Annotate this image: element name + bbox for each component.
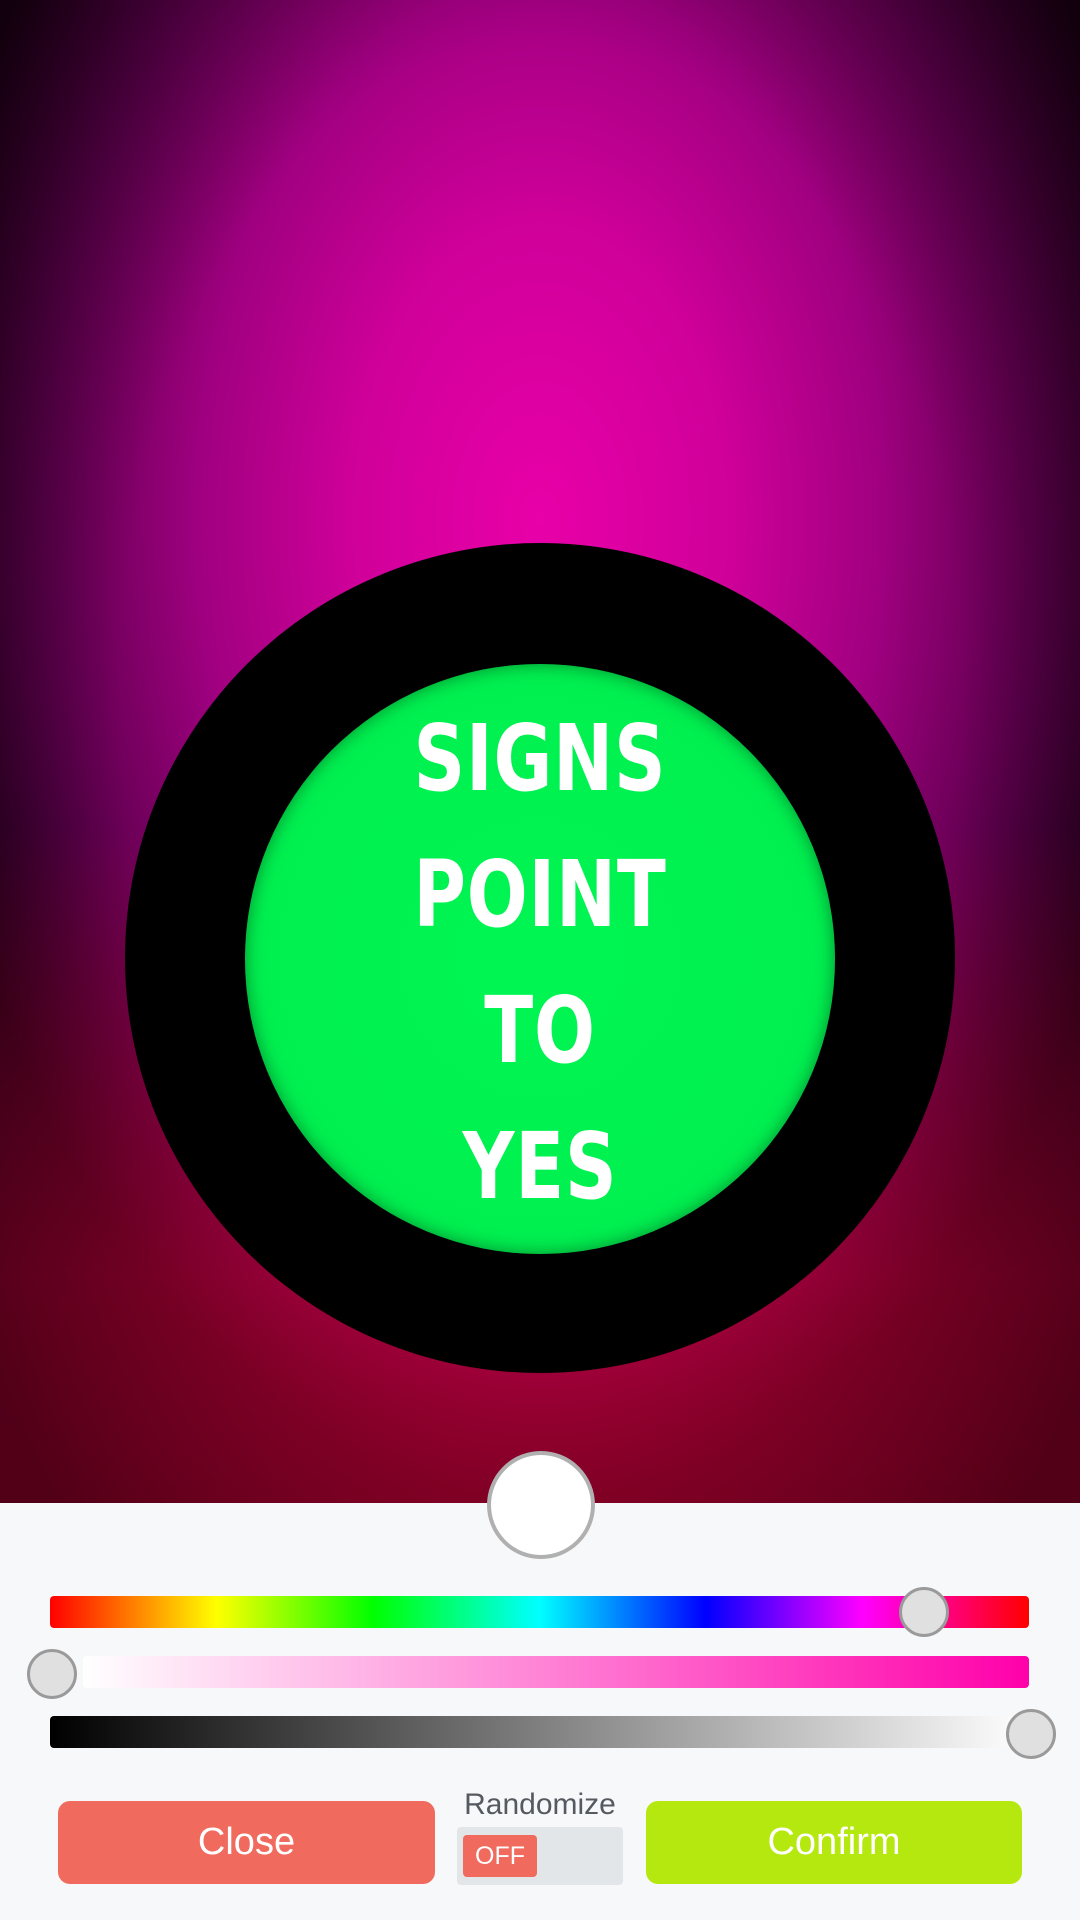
answer-line-3: YES — [462, 1113, 618, 1220]
confirm-button[interactable]: Confirm — [646, 1801, 1022, 1884]
randomize-toggle[interactable]: OFF — [457, 1827, 623, 1885]
brightness-slider-thumb[interactable] — [1006, 1709, 1056, 1759]
hue-slider[interactable] — [50, 1596, 1029, 1628]
answer-text: SIGNS POINT TO YES — [376, 691, 704, 1235]
screen: SIGNS POINT TO YES Close Randomize OFF C… — [0, 0, 1080, 1920]
brightness-slider[interactable] — [50, 1716, 1029, 1748]
answer-line-2: POINT TO — [413, 841, 667, 1084]
answer-line-1: SIGNS — [413, 705, 667, 812]
close-button[interactable]: Close — [58, 1801, 435, 1884]
saturation-slider[interactable] — [83, 1656, 1029, 1688]
ball-background: SIGNS POINT TO YES — [0, 0, 1080, 1503]
selected-color-swatch — [487, 1451, 595, 1559]
answer-window: SIGNS POINT TO YES — [245, 664, 835, 1254]
randomize-toggle-state[interactable]: OFF — [463, 1835, 537, 1877]
saturation-slider-thumb[interactable] — [27, 1649, 77, 1699]
hue-slider-thumb[interactable] — [899, 1587, 949, 1637]
randomize-label: Randomize — [464, 1788, 616, 1821]
